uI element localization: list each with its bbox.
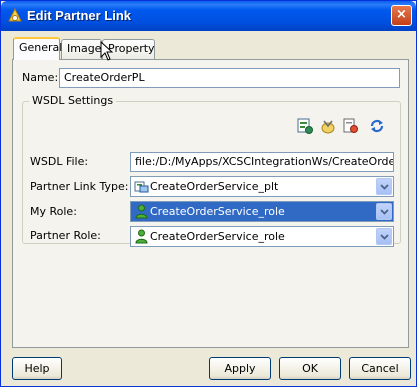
name-label: Name: [22, 71, 59, 84]
tab-image[interactable]: Image [61, 39, 102, 59]
partner-link-type-dropdown-button[interactable] [376, 178, 392, 195]
partner-link-type-icon [134, 181, 149, 193]
my-role-dropdown-button[interactable] [376, 203, 392, 220]
title-bar[interactable]: Edit Partner Link × [1, 1, 416, 31]
partner-role-value: CreateOrderService_role [150, 230, 285, 243]
partner-role-dropdown-button[interactable] [376, 228, 392, 245]
apply-button[interactable]: Apply [209, 357, 271, 380]
chevron-down-icon [380, 209, 389, 215]
cancel-button[interactable]: Cancel [349, 357, 411, 380]
role-icon [135, 229, 148, 244]
role-icon [135, 204, 148, 219]
wsdl-settings-group: WSDL Settings WSDL File: file:/D:/MyApps… [22, 94, 401, 247]
partner-link-type-value: CreateOrderService_plt [150, 180, 279, 193]
refresh-icon[interactable] [368, 117, 386, 135]
wsdl-file-field[interactable]: file:/D:/MyApps/XCSCIntegrationWs/Create… [130, 152, 394, 172]
partner-role-label: Partner Role: [30, 229, 101, 242]
chevron-down-icon [380, 234, 389, 240]
my-role-label: My Role: [30, 205, 77, 218]
name-field[interactable]: CreateOrderPL [59, 68, 400, 88]
partner-link-type-select[interactable]: CreateOrderService_plt [130, 176, 394, 197]
edit-partner-link-dialog: Edit Partner Link × General Image Proper… [0, 0, 417, 387]
window-title: Edit Partner Link [27, 8, 132, 23]
app-icon [8, 8, 22, 22]
partner-role-select[interactable]: CreateOrderService_role [130, 226, 394, 247]
partner-link-type-label: Partner Link Type: [30, 180, 129, 193]
wsdl-settings-title: WSDL Settings [29, 94, 117, 107]
close-button[interactable]: × [391, 5, 412, 26]
service-explorer-icon[interactable] [342, 117, 360, 135]
help-button[interactable]: Help [12, 357, 62, 380]
wsdl-file-label: WSDL File: [30, 155, 89, 168]
my-role-select[interactable]: CreateOrderService_role [130, 201, 394, 222]
tab-general[interactable]: General [13, 37, 62, 60]
wsdl-wizard-icon[interactable] [296, 117, 314, 135]
close-icon: × [396, 7, 407, 22]
chevron-down-icon [380, 184, 389, 190]
mouse-cursor-icon [100, 41, 114, 61]
ok-button[interactable]: OK [279, 357, 341, 380]
my-role-value: CreateOrderService_role [150, 205, 285, 218]
general-tab-panel: Name: CreateOrderPL WSDL Settings WSDL F… [12, 59, 409, 348]
browse-wsdl-icon[interactable] [319, 117, 337, 135]
